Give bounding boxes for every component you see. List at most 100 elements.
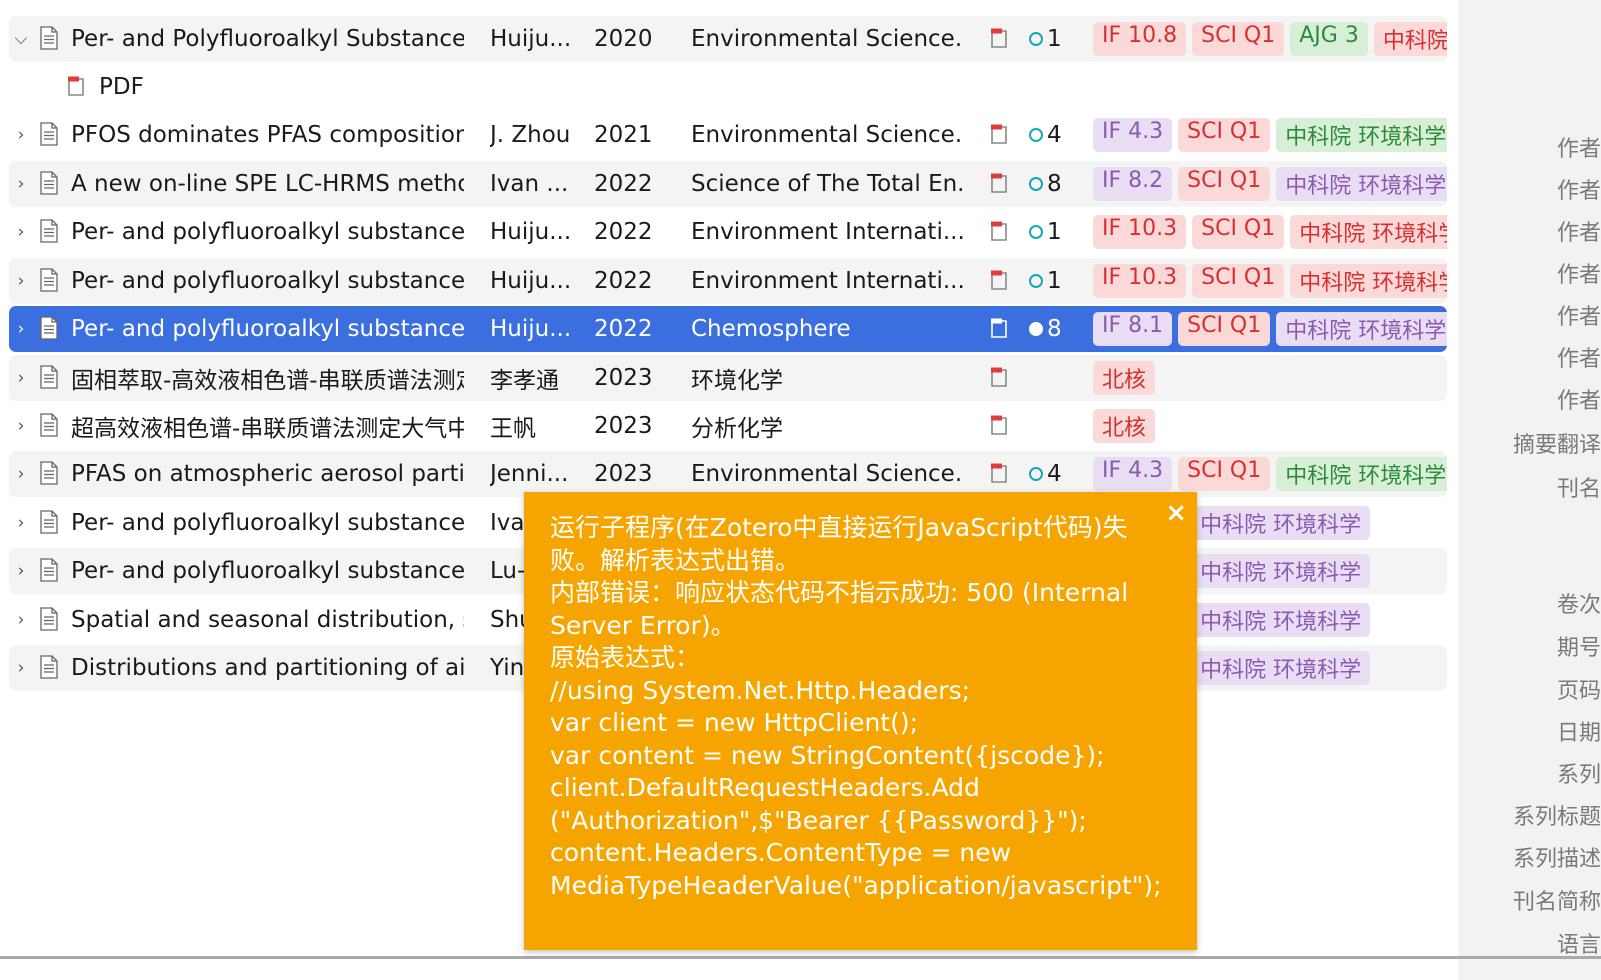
- pdf-attachment-icon[interactable]: [988, 123, 1010, 145]
- chevron-right-icon[interactable]: ›: [11, 658, 31, 678]
- tag-badge: 中科院 环境科学: [1276, 312, 1447, 346]
- document-icon: [40, 26, 58, 50]
- pdf-attachment-icon[interactable]: [988, 220, 1010, 242]
- info-field-label: 作者: [1556, 221, 1601, 246]
- chevron-right-icon[interactable]: ›: [11, 610, 31, 630]
- info-field-label: 作者: [1556, 389, 1601, 414]
- tag-badge: IF 8.1: [1093, 312, 1173, 346]
- chevron-right-icon[interactable]: ›: [11, 368, 31, 388]
- item-year: 2023: [594, 413, 653, 439]
- tag-list: IF 10.3 SCI Q1 中科院 环境科学: [1093, 215, 1447, 249]
- notes-count-value: 4: [1047, 122, 1062, 148]
- chevron-right-icon[interactable]: ›: [11, 416, 31, 436]
- chevron-down-icon[interactable]: ⌵: [11, 29, 31, 49]
- item-creator: 王帆: [490, 416, 536, 442]
- tag-list: 北核: [1093, 361, 1447, 395]
- tag-list: IF 10.8 SCI Q1 AJG 3 中科院: [1093, 22, 1447, 56]
- notes-count: 8: [1029, 171, 1079, 197]
- item-year: 2023: [594, 365, 653, 391]
- tag-badge: 中科院: [1373, 22, 1447, 56]
- chevron-right-icon[interactable]: ›: [11, 271, 31, 291]
- list-item[interactable]: › 固相萃取-高效液相色谱-串联质谱法测定 李孝通 2023 环境化学 北核: [9, 355, 1447, 401]
- tag-badge: SCI Q1: [1178, 167, 1271, 201]
- chevron-right-icon[interactable]: ›: [11, 125, 31, 145]
- pdf-attachment-icon[interactable]: [988, 317, 1010, 339]
- pdf-attachment-icon[interactable]: [988, 414, 1010, 436]
- chevron-right-icon[interactable]: ›: [11, 561, 31, 581]
- list-item[interactable]: › PFOS dominates PFAS composition i J. Zho…: [9, 112, 1447, 158]
- list-item[interactable]: › A new on-line SPE LC-HRMS methoc Ivan ..…: [9, 161, 1447, 207]
- tag-badge: 中科院 环境科学: [1191, 506, 1371, 540]
- list-item[interactable]: › Per- and polyfluoroalkyl substances i Hu…: [9, 306, 1447, 352]
- item-title: Per- and polyfluoroalkyl substances i: [71, 219, 464, 245]
- tag-badge: IF 10.3: [1093, 215, 1187, 249]
- item-title: Per- and polyfluoroalkyl substances i: [71, 268, 464, 294]
- info-field-label: 作者: [1556, 137, 1601, 162]
- pdf-attachment-icon[interactable]: [988, 366, 1010, 388]
- list-item[interactable]: › Per- and polyfluoroalkyl substances i Hu…: [9, 258, 1447, 304]
- info-field-label: 页码: [1556, 679, 1601, 704]
- error-message: 运行子程序(在Zotero中直接运行JavaScript代码)失败。解析表达式出…: [550, 513, 1162, 900]
- info-field-label: 日期: [1556, 721, 1601, 746]
- pdf-attachment-icon[interactable]: [988, 462, 1010, 484]
- notes-count: 4: [1029, 122, 1079, 148]
- item-creator: Huiju...: [490, 26, 572, 52]
- close-icon[interactable]: ×: [1165, 498, 1187, 528]
- pdf-attachment-icon[interactable]: [988, 27, 1010, 49]
- tag-badge: IF 4.3: [1093, 457, 1173, 491]
- document-icon: [40, 122, 58, 146]
- item-publication: 环境化学: [691, 368, 783, 394]
- list-item[interactable]: ⌵ Per- and Polyfluoroalkyl Substances i Hu…: [9, 16, 1447, 62]
- info-field-label: 语言: [1556, 933, 1601, 958]
- item-title: 超高效液相色谱-串联质谱法测定大气中: [71, 416, 464, 442]
- tag-list: IF 4.3 SCI Q1 中科院 环境科学: [1093, 457, 1447, 491]
- item-publication: Environment Internati...: [691, 268, 963, 294]
- pdf-attachment-icon[interactable]: [988, 269, 1010, 291]
- tag-badge: 中科院 环境科学: [1191, 603, 1371, 637]
- notes-count: 1: [1029, 219, 1079, 245]
- item-creator: Ivan ...: [490, 171, 569, 197]
- info-field-label: 系列标题: [1512, 805, 1601, 830]
- notes-count-value: 1: [1047, 268, 1062, 294]
- info-field-label: 刊名: [1556, 477, 1601, 502]
- notes-count-value: 1: [1047, 219, 1062, 245]
- tag-badge: IF 10.8: [1093, 22, 1187, 56]
- document-icon: [40, 607, 58, 631]
- document-icon: [40, 219, 58, 243]
- tag-badge: SCI Q1: [1192, 264, 1285, 298]
- chevron-right-icon[interactable]: ›: [11, 222, 31, 242]
- chevron-right-icon[interactable]: ›: [11, 464, 31, 484]
- chevron-right-icon[interactable]: ›: [11, 174, 31, 194]
- item-publication: Environmental Science...: [691, 461, 963, 487]
- pdf-attachment-icon[interactable]: [988, 172, 1010, 194]
- attachment-row[interactable]: PDF: [9, 64, 1447, 110]
- tag-badge: 中科院 环境科学: [1276, 167, 1447, 201]
- tag-badge: SCI Q1: [1178, 312, 1271, 346]
- notes-count: 1: [1029, 268, 1079, 294]
- list-item[interactable]: › 超高效液相色谱-串联质谱法测定大气中 王帆 2023 分析化学 北核: [9, 403, 1447, 449]
- info-field-label: 摘要翻译: [1512, 433, 1601, 458]
- item-year: 2022: [594, 171, 653, 197]
- attachment-label: PDF: [99, 74, 144, 100]
- item-title: Per- and polyfluoroalkyl substances i: [71, 316, 464, 342]
- item-creator: Huiju...: [490, 268, 572, 294]
- item-title: PFOS dominates PFAS composition i: [71, 122, 464, 148]
- tag-badge: SCI Q1: [1178, 457, 1271, 491]
- item-year: 2022: [594, 316, 653, 342]
- info-field-label: 刊名简称: [1512, 890, 1601, 915]
- item-year: 2022: [594, 219, 653, 245]
- info-field-label: 卷次: [1556, 593, 1601, 618]
- chevron-right-icon[interactable]: ›: [11, 513, 31, 533]
- document-icon: [40, 510, 58, 534]
- tag-badge: SCI Q1: [1192, 215, 1285, 249]
- list-item[interactable]: › Per- and polyfluoroalkyl substances i Hu…: [9, 209, 1447, 255]
- chevron-right-icon[interactable]: ›: [11, 319, 31, 339]
- tag-badge: 中科院 环境科学: [1290, 215, 1447, 249]
- document-icon: [40, 655, 58, 679]
- notes-circle-icon: [1029, 32, 1043, 46]
- item-year: 2021: [594, 122, 653, 148]
- notes-count-value: 8: [1047, 316, 1062, 342]
- notes-count-value: 1: [1047, 26, 1062, 52]
- list-item[interactable]: › PFAS on atmospheric aerosol particle Jen…: [9, 451, 1447, 497]
- tag-badge: SCI Q1: [1178, 118, 1271, 152]
